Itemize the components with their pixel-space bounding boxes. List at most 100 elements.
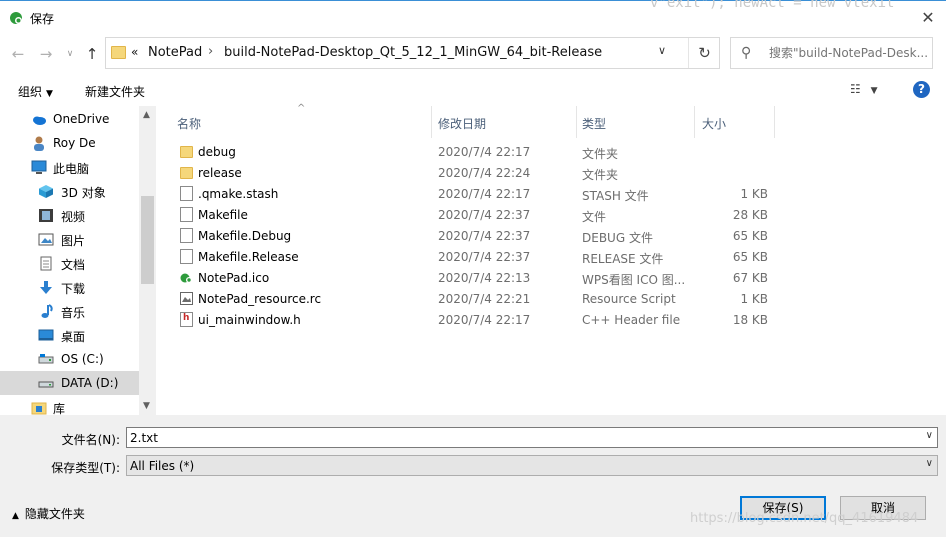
organize-label: 组织 bbox=[18, 85, 43, 99]
file-row[interactable]: NotePad_resource.rc 2020/7/4 22:21 Resou… bbox=[174, 288, 774, 309]
filename-value: 2.txt bbox=[130, 431, 158, 445]
background-code-text: v"exit"); newAct = new vtexit bbox=[650, 0, 895, 11]
sidebar-item-onedrive[interactable]: OneDrive bbox=[0, 107, 139, 131]
folder-icon bbox=[180, 146, 193, 158]
sidebar-item-label: Roy De bbox=[53, 136, 96, 150]
forward-button[interactable]: → bbox=[36, 44, 56, 64]
file-date: 2020/7/4 22:17 bbox=[438, 187, 531, 201]
file-row[interactable]: Makefile.Release 2020/7/4 22:37 RELEASE … bbox=[174, 246, 774, 267]
sidebar-item-drive-d[interactable]: DATA (D:) bbox=[0, 371, 139, 395]
file-date: 2020/7/4 22:21 bbox=[438, 292, 531, 306]
pictures-icon bbox=[38, 233, 54, 246]
up-button[interactable]: ↑ bbox=[82, 44, 102, 64]
search-input[interactable] bbox=[769, 44, 929, 62]
drive-d-icon bbox=[38, 381, 54, 388]
toolbar: 组织 ▼ 新建文件夹 ☷ ▼ ? bbox=[0, 74, 946, 106]
sidebar-item-videos[interactable]: 视频 bbox=[0, 203, 139, 227]
file-size: 1 KB bbox=[740, 187, 768, 201]
app-icon bbox=[10, 12, 22, 24]
library-icon bbox=[31, 402, 47, 415]
desktop-icon bbox=[38, 329, 54, 341]
file-icon bbox=[180, 228, 193, 243]
file-size: 65 KB bbox=[732, 229, 768, 243]
file-row[interactable]: .qmake.stash 2020/7/4 22:17 STASH 文件 1 K… bbox=[174, 183, 774, 204]
filetype-value: All Files (*) bbox=[130, 459, 195, 473]
file-size: 28 KB bbox=[732, 208, 768, 222]
filename-label: 文件名(N): bbox=[61, 433, 120, 447]
breadcrumb-build-folder[interactable]: build-NotePad-Desktop_Qt_5_12_1_MinGW_64… bbox=[224, 45, 602, 60]
organize-button[interactable]: 组织 ▼ bbox=[18, 83, 53, 100]
chevron-down-icon[interactable]: ∨ bbox=[926, 430, 933, 441]
sort-ascending-icon: ^ bbox=[297, 103, 306, 114]
back-button[interactable]: ← bbox=[8, 44, 28, 64]
file-size: 18 KB bbox=[732, 313, 768, 327]
file-date: 2020/7/4 22:24 bbox=[438, 166, 531, 180]
sidebar-item-label: 下载 bbox=[61, 282, 86, 296]
sidebar-item-label: 图片 bbox=[61, 234, 86, 248]
pc-icon bbox=[31, 160, 47, 174]
file-type: 文件夹 bbox=[582, 168, 619, 182]
breadcrumb-overflow[interactable]: « bbox=[131, 45, 138, 59]
sidebar-item-label: 音乐 bbox=[61, 306, 86, 320]
recent-locations-button[interactable]: ∨ bbox=[60, 44, 80, 64]
sidebar-item-3d-objects[interactable]: 3D 对象 bbox=[0, 179, 139, 203]
file-row[interactable]: NotePad.ico 2020/7/4 22:13 WPS看图 ICO 图..… bbox=[174, 267, 774, 288]
file-date: 2020/7/4 22:37 bbox=[438, 250, 531, 264]
sidebar-scrollbar[interactable]: ▲ ▼ bbox=[139, 106, 156, 415]
filetype-select[interactable]: All Files (*) ∨ bbox=[126, 455, 938, 476]
sidebar-item-this-pc[interactable]: 此电脑 bbox=[0, 155, 139, 179]
sidebar-item-user[interactable]: Roy De bbox=[0, 131, 139, 155]
breadcrumb-notepad[interactable]: NotePad bbox=[148, 45, 202, 60]
file-size: 67 KB bbox=[732, 271, 768, 285]
file-name: Makefile.Release bbox=[198, 250, 299, 264]
sidebar-item-music[interactable]: 音乐 bbox=[0, 299, 139, 323]
back-arrow-icon: ← bbox=[11, 45, 25, 63]
column-header-type[interactable]: 类型 bbox=[577, 106, 695, 138]
column-header-label: 修改日期 bbox=[438, 117, 487, 131]
scroll-down-icon[interactable]: ▼ bbox=[143, 401, 150, 411]
file-row[interactable]: release 2020/7/4 22:24 文件夹 bbox=[174, 162, 774, 183]
sidebar-item-pictures[interactable]: 图片 bbox=[0, 227, 139, 251]
filename-input[interactable]: 2.txt ∨ bbox=[126, 427, 938, 448]
scrollbar-thumb[interactable] bbox=[141, 196, 154, 284]
forward-arrow-icon: → bbox=[39, 45, 53, 63]
sidebar-item-desktop[interactable]: 桌面 bbox=[0, 323, 139, 347]
sidebar-item-label: OS (C:) bbox=[61, 352, 104, 366]
file-row[interactable]: debug 2020/7/4 22:17 文件夹 bbox=[174, 141, 774, 162]
breadcrumb-separator-icon[interactable]: › bbox=[208, 44, 213, 59]
column-header-date[interactable]: 修改日期 bbox=[432, 106, 577, 138]
file-date: 2020/7/4 22:17 bbox=[438, 145, 531, 159]
caret-down-icon: ▼ bbox=[46, 89, 53, 99]
address-bar[interactable]: « NotePad › build-NotePad-Desktop_Qt_5_1… bbox=[105, 37, 720, 69]
hide-folders-toggle[interactable]: ▲ 隐藏文件夹 bbox=[12, 505, 85, 522]
close-button[interactable]: ✕ bbox=[915, 7, 941, 29]
refresh-button[interactable]: ↻ bbox=[688, 38, 720, 68]
header-file-icon bbox=[180, 312, 193, 327]
close-icon: ✕ bbox=[921, 8, 935, 27]
folder-icon bbox=[111, 46, 126, 59]
file-size: 65 KB bbox=[732, 250, 768, 264]
column-header-name[interactable]: ^ 名称 bbox=[156, 103, 432, 138]
sidebar-item-documents[interactable]: 文档 bbox=[0, 251, 139, 275]
file-row[interactable]: Makefile.Debug 2020/7/4 22:37 DEBUG 文件 6… bbox=[174, 225, 774, 246]
sidebar-item-drive-c[interactable]: OS (C:) bbox=[0, 347, 139, 371]
drive-c-icon bbox=[38, 354, 54, 364]
view-options-button[interactable]: ☷ ▼ bbox=[850, 82, 878, 96]
address-dropdown-icon[interactable]: ∨ bbox=[658, 44, 666, 57]
file-row[interactable]: Makefile 2020/7/4 22:37 文件 28 KB bbox=[174, 204, 774, 225]
folder-icon bbox=[180, 167, 193, 179]
scroll-up-icon[interactable]: ▲ bbox=[143, 110, 150, 120]
sidebar-item-downloads[interactable]: 下载 bbox=[0, 275, 139, 299]
file-row[interactable]: ui_mainwindow.h 2020/7/4 22:17 C++ Heade… bbox=[174, 309, 774, 330]
new-folder-button[interactable]: 新建文件夹 bbox=[85, 83, 145, 100]
sidebar-item-library[interactable]: 库 bbox=[0, 395, 139, 415]
search-icon: ⚲ bbox=[741, 45, 752, 61]
video-icon bbox=[39, 209, 53, 222]
file-type: C++ Header file bbox=[582, 313, 681, 327]
download-icon bbox=[40, 281, 52, 294]
search-box[interactable]: ⚲ bbox=[730, 37, 933, 69]
file-type: WPS看图 ICO 图... bbox=[582, 273, 686, 287]
view-list-icon: ☷ bbox=[850, 82, 861, 96]
help-button[interactable]: ? bbox=[913, 81, 930, 98]
column-header-size[interactable]: 大小 bbox=[695, 106, 775, 138]
